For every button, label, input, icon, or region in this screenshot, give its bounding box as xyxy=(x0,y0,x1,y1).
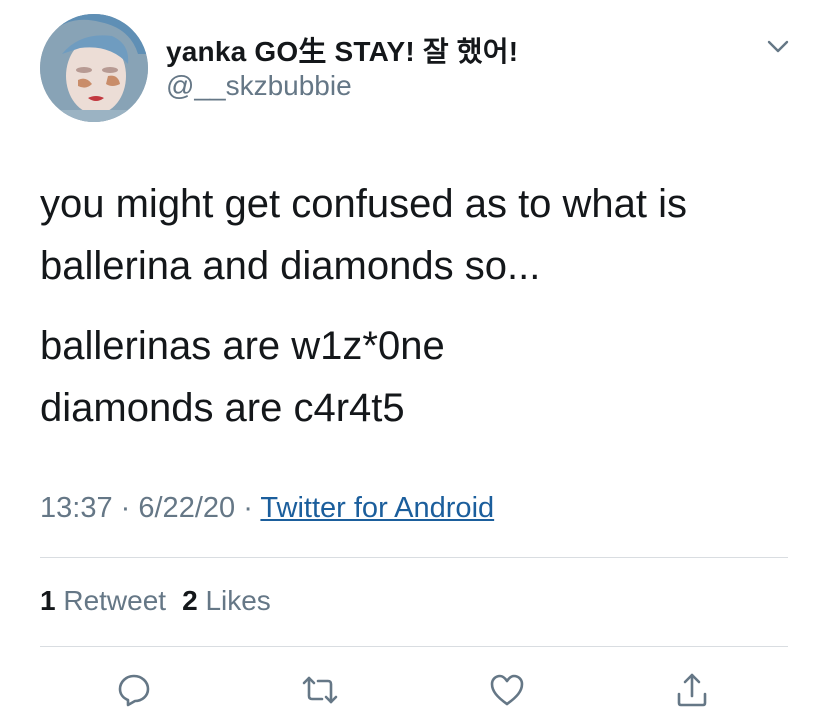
tweet: yanka GO生 STAY! 잘 했어! @__skzbubbie you m… xyxy=(0,0,827,711)
tweet-time: 13:37 xyxy=(40,492,113,524)
retweet-icon[interactable] xyxy=(300,670,340,710)
chevron-down-icon[interactable] xyxy=(764,34,792,58)
like-label: Likes xyxy=(205,585,271,616)
divider xyxy=(40,646,788,647)
retweet-count: 1 xyxy=(40,585,56,616)
like-count: 2 xyxy=(182,585,198,616)
tweet-text: you might get confused as to what is bal… xyxy=(40,173,800,439)
like-stat[interactable]: 2 Likes xyxy=(182,585,271,616)
separator: · xyxy=(120,492,131,524)
display-name[interactable]: yanka GO生 STAY! 잘 했어! xyxy=(166,30,518,70)
engagement-stats: 1 Retweet 2 Likes xyxy=(40,585,271,617)
retweet-stat[interactable]: 1 Retweet xyxy=(40,585,166,616)
divider xyxy=(40,557,788,558)
separator: · xyxy=(243,492,253,524)
avatar-image xyxy=(40,14,148,122)
source-link[interactable]: Twitter for Android xyxy=(260,492,494,524)
avatar[interactable] xyxy=(40,14,148,122)
tweet-line: diamonds are c4r4t5 xyxy=(40,386,405,430)
share-icon[interactable] xyxy=(672,670,712,710)
user-handle[interactable]: @__skzbubbie xyxy=(166,70,352,102)
reply-icon[interactable] xyxy=(114,670,154,710)
tweet-line: you might get confused as to what is xyxy=(40,182,688,226)
tweet-line: ballerina and diamonds so... xyxy=(40,244,541,288)
tweet-meta: 13:37 · 6/22/20 · Twitter for Android xyxy=(40,492,494,525)
retweet-label: Retweet xyxy=(63,585,167,616)
tweet-line: ballerinas are w1z*0ne xyxy=(40,324,445,368)
tweet-date: 6/22/20 xyxy=(138,492,236,524)
heart-icon[interactable] xyxy=(487,670,527,710)
